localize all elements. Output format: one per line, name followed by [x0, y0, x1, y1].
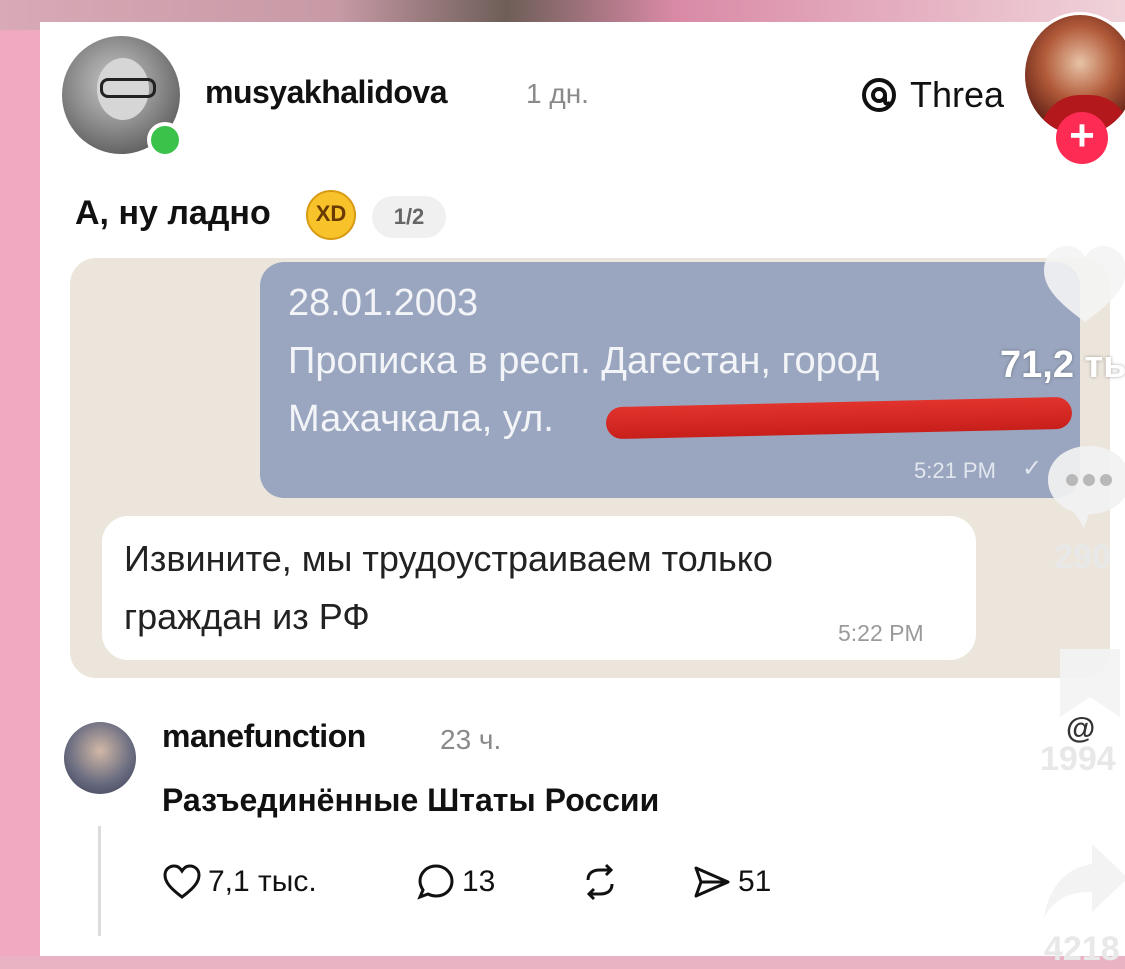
heart-icon	[162, 862, 202, 902]
reply-time: 23 ч.	[440, 724, 502, 755]
outgoing-line-city: Махачкала, ул.	[288, 398, 554, 440]
send-icon	[692, 862, 732, 902]
post-time: 1 дн.	[526, 78, 589, 109]
online-status-dot	[147, 122, 183, 158]
side-share-arrow-icon[interactable]	[1040, 840, 1125, 924]
likes-count-overlay: 71,2 ты	[1000, 344, 1125, 386]
outgoing-message-time: 5:21 PM	[914, 458, 996, 483]
read-check-icon: ✓	[1022, 455, 1043, 482]
page-indicator-badge: 1/2	[372, 196, 446, 238]
incoming-message-time: 5:22 PM	[838, 620, 924, 646]
side-bookmark-count: 1994	[1040, 740, 1116, 778]
reply-text: Разъединённые Штаты России	[162, 782, 660, 818]
like-count: 7,1 тыс.	[208, 865, 317, 898]
reply-author-username[interactable]: manefunction	[162, 718, 366, 755]
side-like-heart-icon[interactable]	[1040, 240, 1125, 330]
repost-action[interactable]	[580, 862, 620, 902]
incoming-line-1: Извините, мы трудоустраиваем только	[124, 538, 773, 579]
side-comment-count: 290	[1054, 538, 1111, 576]
follow-button[interactable]: +	[1056, 112, 1108, 164]
incoming-message-bubble: Извините, мы трудоустраиваем только граж…	[102, 516, 976, 660]
outgoing-line-registration: Прописка в респ. Дагестан, город	[288, 340, 880, 382]
author-username[interactable]: musyakhalidova	[205, 74, 448, 111]
comment-action[interactable]: 13	[416, 862, 495, 902]
background-left	[0, 30, 40, 956]
post-text: А, ну ладно	[75, 194, 271, 232]
threads-icon	[860, 76, 898, 114]
like-action[interactable]: 7,1 тыс.	[162, 862, 317, 902]
redaction-scribble	[605, 396, 1073, 440]
side-comment-icon[interactable]	[1044, 440, 1125, 530]
side-share-count: 4218	[1044, 930, 1120, 968]
repost-icon	[580, 862, 620, 902]
comment-bubble-icon	[416, 862, 456, 902]
avatar-glasses	[100, 78, 156, 98]
outgoing-message-bubble: 28.01.2003 Прописка в респ. Дагестан, го…	[260, 262, 1080, 498]
platform-name: Threa	[910, 74, 1005, 115]
laughing-emoji-icon: XD	[306, 190, 356, 240]
reply-author-avatar[interactable]	[64, 722, 136, 794]
share-action[interactable]: 51	[692, 862, 771, 902]
outgoing-line-date: 28.01.2003	[288, 282, 479, 324]
incoming-line-2: граждан из РФ	[124, 596, 370, 637]
comment-count: 13	[462, 865, 496, 898]
side-bookmark-icon[interactable]	[1056, 645, 1124, 721]
thread-connector-line	[98, 826, 101, 936]
share-count: 51	[738, 865, 772, 898]
